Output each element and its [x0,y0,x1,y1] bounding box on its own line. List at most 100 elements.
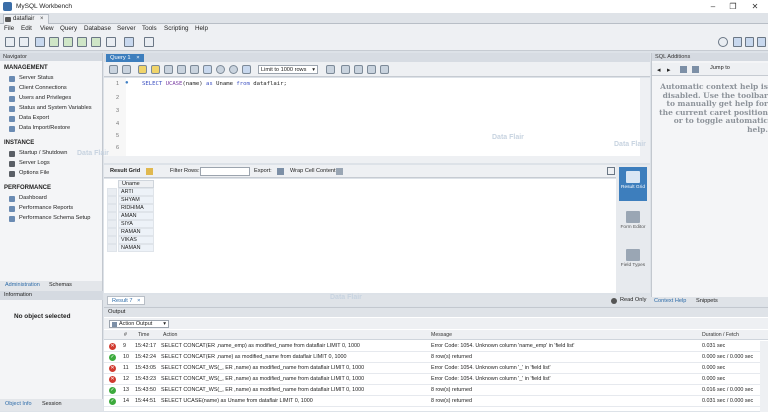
watermark-logo: Data Flair [77,150,109,157]
close-icon[interactable]: ✕ [748,2,762,11]
table-row[interactable]: AMAN [118,212,154,220]
tab-snippets[interactable]: Snippets [696,298,718,304]
tab-context-help[interactable]: Context Help [654,298,686,304]
close-tab-icon[interactable]: × [40,16,44,22]
limit-rows-select[interactable]: Limit to 1000 rows ▾ [258,65,318,74]
output-row[interactable]: ✕ 11 15:43:05 SELECT CONCAT_WS(_, ER ,na… [104,363,760,374]
line-gutter [104,78,126,156]
sql-statement[interactable]: SELECT UCASE(name) as Uname from datafla… [142,81,287,87]
menu-scripting[interactable]: Scripting [164,25,189,32]
gear-icon[interactable] [718,37,728,47]
open-inspector-icon[interactable] [35,37,45,47]
minimize-icon[interactable]: – [706,2,720,11]
table-row[interactable]: VIKAS [118,236,154,244]
create-view-icon[interactable] [77,37,87,47]
stop-icon[interactable] [177,65,186,74]
field-types-side-button[interactable]: Field Types [619,245,647,279]
row-selector[interactable] [107,188,117,196]
row-selector[interactable] [107,236,117,244]
open-sql-file-icon[interactable] [19,37,29,47]
invisible-chars-icon[interactable] [367,65,376,74]
table-row[interactable]: RIDHIMA [118,204,154,212]
search-icon[interactable] [354,65,363,74]
result-grid[interactable]: Uname ARTI SHYAM RIDHIMA AMAN SIYA RAMAN… [104,179,616,293]
add-favorite-icon[interactable] [326,65,335,74]
home-icon[interactable] [5,17,11,22]
export-icon[interactable] [277,168,284,175]
rollback-icon[interactable] [216,65,225,74]
explain-icon[interactable] [164,65,173,74]
row-selector[interactable] [107,204,117,212]
table-row[interactable]: NAMAN [118,244,154,252]
word-wrap-icon[interactable] [380,65,389,74]
toggle-sidebar-icon[interactable] [733,37,742,47]
menu-view[interactable]: View [40,25,54,32]
row-selector[interactable] [107,196,117,204]
row-selector[interactable] [107,220,117,228]
action-output-select[interactable]: Action Output ▾ [109,320,169,328]
maximize-icon[interactable]: ❐ [726,2,740,11]
toggle-error-icon[interactable] [190,65,199,74]
menu-edit[interactable]: Edit [21,25,32,32]
commit-icon[interactable] [203,65,212,74]
table-row[interactable]: ARTI [118,188,154,196]
toggle-output-icon[interactable] [745,37,754,47]
column-header-uname[interactable]: Uname [118,180,154,188]
new-sql-tab-icon[interactable] [5,37,15,47]
wrap-icon[interactable] [336,168,343,175]
manual-help-icon[interactable] [692,66,699,73]
sql-editor[interactable]: 1 ● 2 3 4 5 6 7 SELECT UCASE(name) as Un… [104,78,640,156]
row-selector[interactable] [107,228,117,236]
toggle-secondary-sidebar-icon[interactable] [757,37,766,47]
open-file-icon[interactable] [109,65,118,74]
filter-rows-input[interactable] [200,167,250,176]
jump-to-select[interactable]: Jump to [710,65,730,71]
output-row[interactable]: ✓ 14 15:44:51 SELECT UCASE(name) as Unam… [104,396,760,407]
table-row[interactable]: RAMAN [118,228,154,236]
execute-current-icon[interactable] [151,65,160,74]
output-row[interactable]: ✓ 10 15:42:24 SELECT CONCAT(ER ,name) as… [104,352,760,363]
close-result-tab-icon[interactable]: × [137,298,140,304]
save-icon[interactable] [122,65,131,74]
tab-schemas[interactable]: Schemas [49,282,72,288]
create-schema-icon[interactable] [49,37,59,47]
menu-database[interactable]: Database [84,25,111,32]
auto-help-icon[interactable] [680,66,687,73]
editor-horizontal-scrollbar[interactable] [104,156,650,163]
query-tab[interactable]: Query 1 × [106,54,144,62]
tab-administration[interactable]: Administration [5,282,40,288]
output-row[interactable]: ✓ 13 15:43:50 SELECT CONCAT_WS(_, ER ,na… [104,385,760,396]
create-procedure-icon[interactable] [91,37,101,47]
row-selector[interactable] [107,244,117,252]
table-row[interactable]: SHYAM [118,196,154,204]
row-selector[interactable] [107,212,117,220]
result-grid-side-button[interactable]: Result Grid [619,167,647,201]
close-query-tab-icon[interactable]: × [136,55,139,61]
menu-help[interactable]: Help [195,25,208,32]
menu-query[interactable]: Query [60,25,77,32]
menu-server[interactable]: Server [117,25,136,32]
form-editor-side-button[interactable]: Form Editor [619,207,647,241]
output-scrollbar[interactable] [760,341,768,412]
create-function-icon[interactable] [106,37,116,47]
search-table-data-icon[interactable] [124,37,134,47]
result-tab[interactable]: Result 7 × [107,296,146,305]
back-arrow-icon[interactable]: ◂ [657,66,661,74]
create-table-icon[interactable] [63,37,73,47]
output-row[interactable]: ✕ 9 15:42:17 SELECT CONCAT(ER ,name_emp)… [104,341,760,352]
connection-tab[interactable]: dataflair × [3,14,49,24]
menu-file[interactable]: File [4,25,14,32]
autocommit-icon[interactable] [229,65,238,74]
table-row[interactable]: SIYA [118,220,154,228]
toggle-panel-icon[interactable] [607,167,615,175]
lightning-icon[interactable] [138,65,147,74]
grid-icon[interactable] [146,168,153,175]
output-row[interactable]: ✕ 12 15:43:23 SELECT CONCAT_WS(_, ER ,na… [104,374,760,385]
tab-session[interactable]: Session [42,401,62,407]
beautify-sql-icon[interactable] [341,65,350,74]
forward-arrow-icon[interactable]: ▸ [667,66,671,74]
reconnect-icon[interactable] [144,37,154,47]
beautify-icon[interactable] [242,65,251,74]
tab-object-info[interactable]: Object Info [5,401,32,407]
menu-tools[interactable]: Tools [142,25,157,32]
